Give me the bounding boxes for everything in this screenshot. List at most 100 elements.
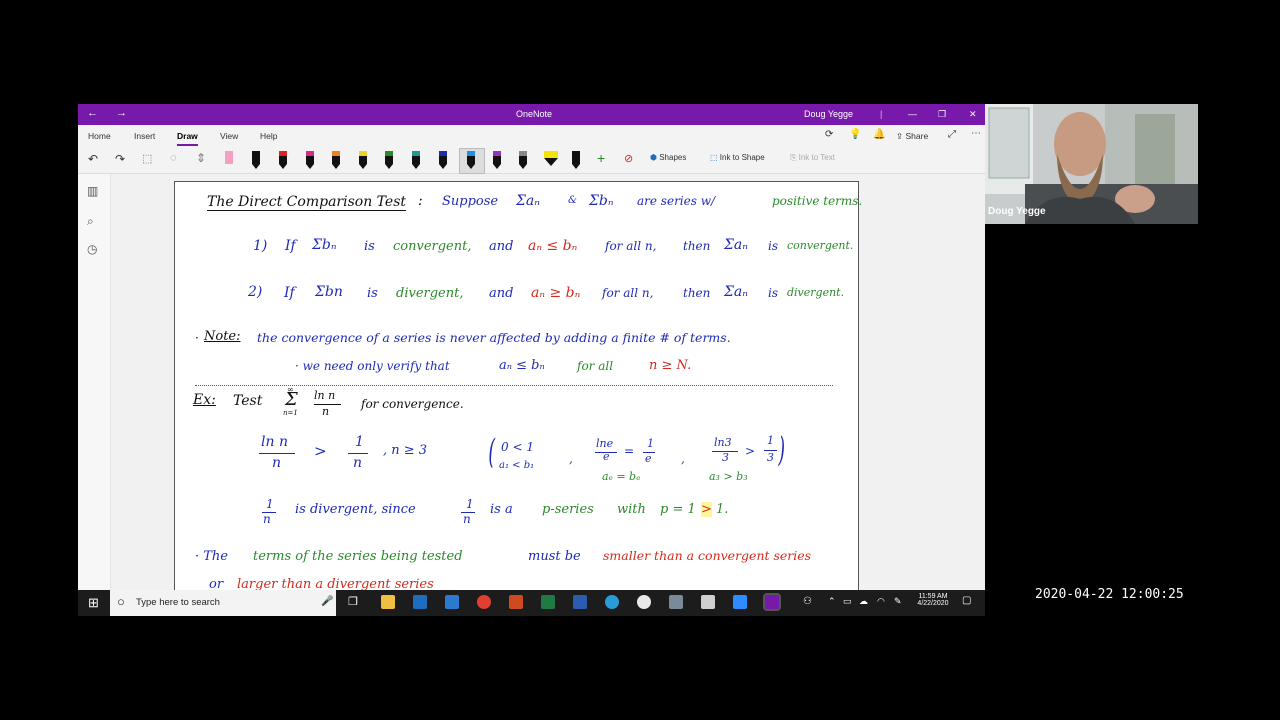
tab-view[interactable]: View — [220, 131, 238, 141]
positive-terms: positive terms. — [772, 194, 863, 208]
file-explorer-icon[interactable] — [381, 595, 395, 609]
note-page[interactable]: The Direct Comparison Test : Suppose Σaₙ… — [174, 181, 863, 590]
search-icon[interactable]: ⌕ — [87, 214, 94, 229]
powerpoint-icon[interactable] — [509, 595, 523, 609]
pen-navy-icon[interactable] — [439, 151, 447, 169]
case1-sum-an: Σaₙ — [724, 237, 748, 253]
word-icon[interactable] — [573, 595, 587, 609]
tray-battery-icon[interactable]: ▭ — [843, 596, 852, 607]
onenote-window: ← → OneNote Doug Yegge | — ❐ ✕ Home Inse… — [78, 104, 985, 590]
pen-yellow-icon[interactable] — [359, 151, 367, 169]
add-space-icon[interactable]: ⇕ — [196, 151, 206, 165]
close-icon[interactable]: ✕ — [969, 109, 977, 120]
itunes-icon[interactable] — [637, 595, 651, 609]
lasso-select-icon[interactable]: ⬚ — [142, 152, 152, 165]
taskbar-clock[interactable]: 11:59 AM 4/22/2020 — [910, 593, 956, 607]
notebooks-icon[interactable]: ▥ — [87, 184, 98, 198]
shapes-button[interactable]: ⬢ Shapes — [650, 153, 686, 162]
pen-blue-selected-icon[interactable] — [467, 151, 475, 169]
ink-to-shape-label: Ink to Shape — [719, 153, 765, 162]
calculator-icon[interactable] — [701, 595, 715, 609]
recent-icon[interactable]: ◷ — [87, 242, 97, 256]
tab-insert[interactable]: Insert — [134, 131, 155, 141]
pen-black-2-icon[interactable] — [572, 151, 580, 169]
highlighter-yellow-icon[interactable] — [544, 151, 558, 169]
bell-icon[interactable]: 🔔 — [873, 129, 885, 140]
excel-icon[interactable] — [541, 595, 555, 609]
sync-icon[interactable]: ⟳ — [825, 129, 833, 140]
case1-is: is — [364, 239, 375, 254]
ink-to-shape-button[interactable]: ⬚ Ink to Shape — [710, 153, 765, 162]
div-num: 1 — [266, 497, 274, 511]
redo-icon[interactable]: ↷ — [115, 152, 125, 166]
app-icon[interactable] — [669, 595, 683, 609]
taskbar-search[interactable]: ○ Type here to search 🎤 — [110, 590, 336, 616]
chrome-icon[interactable] — [477, 595, 491, 609]
aside-sep1: , — [569, 452, 573, 466]
aside2-eq: = — [624, 444, 635, 458]
cmp-lhs-bar — [259, 453, 295, 454]
onenote-taskbar-icon[interactable] — [763, 593, 781, 611]
tray-cloud-icon[interactable]: ☁ — [859, 596, 868, 607]
pen-gray-icon[interactable] — [519, 151, 527, 169]
expand-icon[interactable]: ⤢ — [948, 129, 956, 140]
draw-toolbar: ↶ ↷ ⬚ ◌ ⇕ + ⊘ ⬢ Shapes ⬚ Ink to Shape ⎘ … — [78, 147, 985, 174]
case1-then: then — [683, 239, 711, 253]
internet-explorer-icon[interactable] — [605, 595, 619, 609]
zoom-icon[interactable] — [733, 595, 747, 609]
outlook-icon[interactable] — [413, 595, 427, 609]
add-pen-icon[interactable]: + — [597, 150, 605, 166]
clock-date: 4/22/2020 — [917, 600, 949, 607]
case1-convergent: convergent, — [393, 239, 472, 254]
user-name[interactable]: Doug Yegge — [804, 109, 853, 119]
tray-wifi-icon[interactable]: ◠ — [877, 596, 885, 607]
restore-icon[interactable]: ❐ — [938, 109, 946, 120]
back-arrow-icon[interactable]: ← — [87, 107, 98, 119]
pen-red-icon[interactable] — [279, 151, 287, 169]
tab-home[interactable]: Home — [88, 131, 111, 141]
cmp-rhs-den: n — [353, 455, 363, 471]
lightbulb-icon[interactable]: 💡 — [849, 129, 861, 140]
pen-purple-icon[interactable] — [493, 151, 501, 169]
verify-for-all: for all — [577, 359, 614, 373]
forward-arrow-icon[interactable]: → — [116, 107, 127, 119]
note-title: The Direct Comparison Test — [207, 194, 407, 211]
tray-chevron-icon[interactable]: ⌃ — [828, 596, 836, 607]
ink-to-text-icon: ⎘ — [790, 153, 799, 162]
minimize-icon[interactable]: — — [908, 109, 917, 119]
note-label: Note: — [204, 329, 241, 344]
more-icon[interactable]: ⋯ — [971, 128, 981, 139]
pen-green-icon[interactable] — [385, 151, 393, 169]
windows-start-icon[interactable]: ⊞ — [88, 595, 99, 611]
eraser-add-icon[interactable]: ◌ — [170, 152, 177, 164]
share-button[interactable]: ⇪ Share — [896, 131, 928, 142]
microphone-icon[interactable]: 🎤 — [321, 596, 333, 607]
tab-draw[interactable]: Draw — [177, 131, 198, 146]
div-pseries: p-series — [542, 502, 594, 517]
people-icon[interactable]: ⚇ — [803, 596, 812, 607]
pen-orange-icon[interactable] — [332, 151, 340, 169]
note-bullet: · — [195, 331, 199, 345]
aside-close-paren: ) — [778, 430, 785, 470]
are-series-w: are series w/ — [637, 194, 716, 208]
webcam-feed: Doug Yegge — [985, 104, 1198, 224]
pen-teal-icon[interactable] — [412, 151, 420, 169]
ruler-icon[interactable]: ⊘ — [624, 152, 633, 165]
pen-magenta-icon[interactable] — [306, 151, 314, 169]
div-gt: > — [701, 502, 712, 517]
tab-help[interactable]: Help — [260, 131, 277, 141]
undo-icon[interactable]: ↶ — [88, 152, 98, 166]
bullet1-a: · The — [195, 549, 229, 564]
ink-to-text-button[interactable]: ⎘ Ink to Text — [790, 153, 835, 163]
eraser-tool-icon[interactable] — [225, 151, 233, 169]
task-view-icon[interactable]: ❐ — [348, 595, 358, 608]
aside2-lhs-den: e — [603, 450, 610, 463]
aside2-rhs-num: 1 — [647, 437, 654, 450]
case2-divergent: divergent, — [396, 286, 464, 301]
pen-black-icon[interactable] — [252, 151, 260, 169]
notifications-icon[interactable]: ▢ — [962, 595, 971, 606]
bullet2-a: or — [209, 577, 224, 590]
photos-icon[interactable] — [445, 595, 459, 609]
tray-pen-icon[interactable]: ✎ — [894, 596, 902, 607]
aside2-lhs-num: lne — [596, 437, 614, 450]
